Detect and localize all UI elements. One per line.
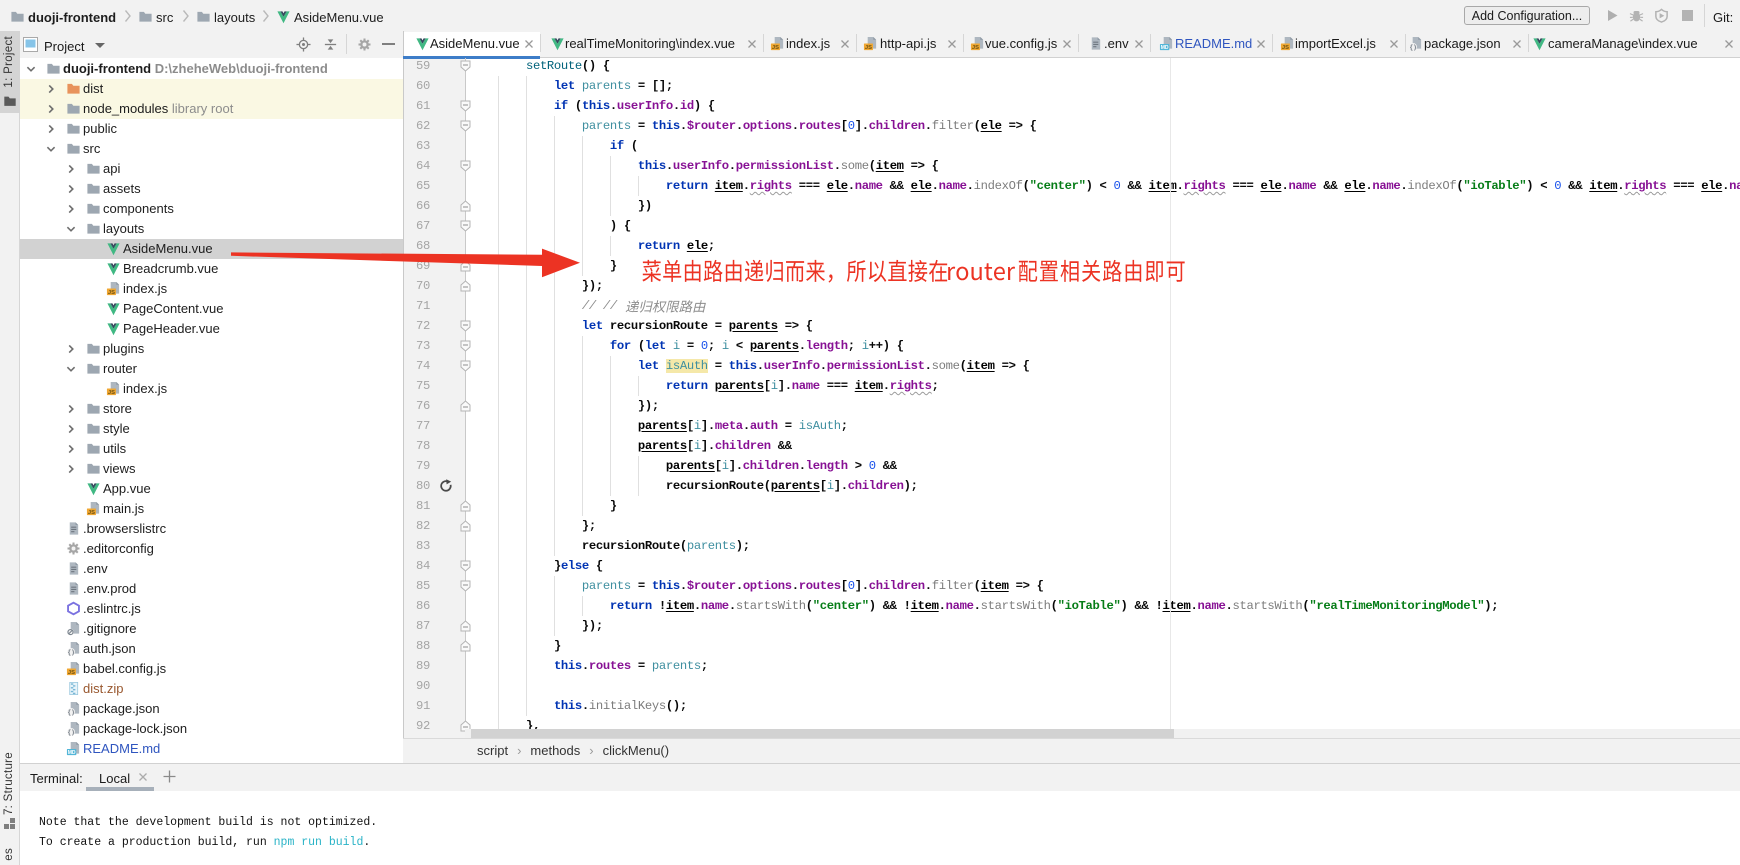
svg-text:{): {) — [1409, 44, 1416, 51]
svg-text:JS: JS — [1282, 45, 1289, 51]
